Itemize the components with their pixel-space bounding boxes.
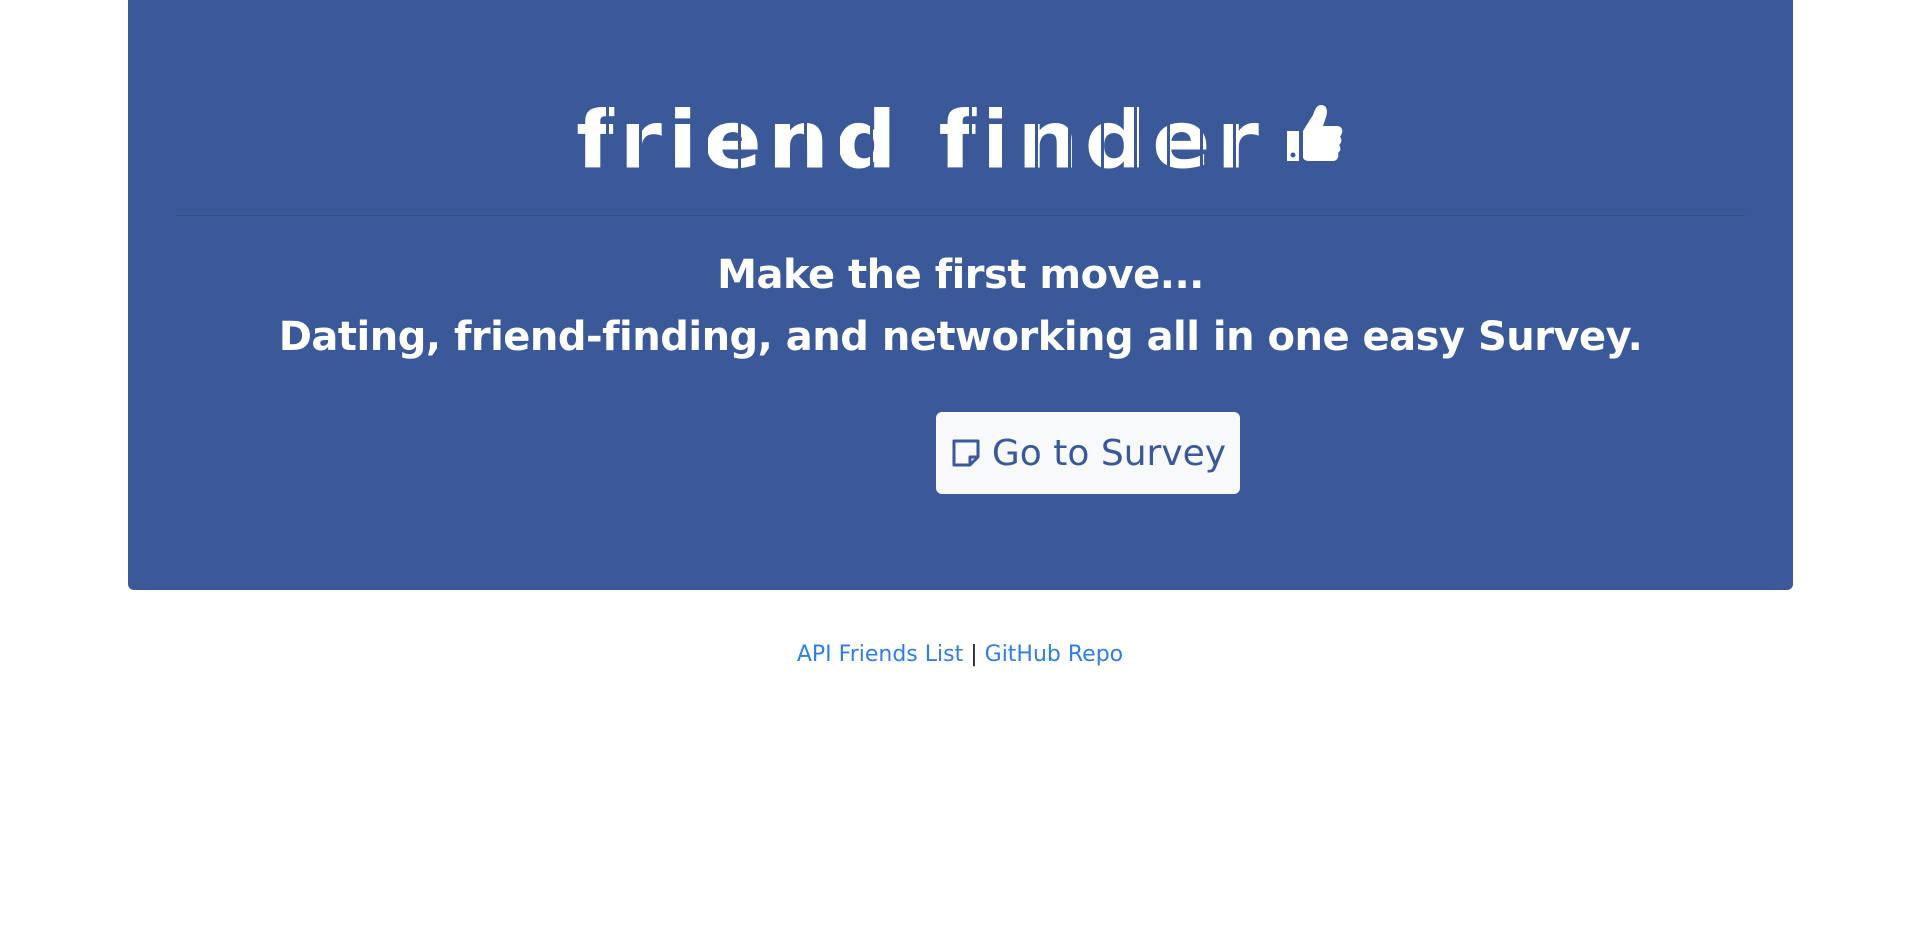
go-to-survey-label: Go to Survey bbox=[991, 432, 1227, 474]
title-divider bbox=[176, 215, 1745, 216]
thumbs-up-icon bbox=[1286, 105, 1343, 161]
tagline-headline: Make the first move... bbox=[717, 252, 1204, 298]
sticky-note-icon bbox=[952, 439, 980, 467]
site-title: friend finder bbox=[128, 96, 1793, 186]
footer-separator: | bbox=[970, 642, 978, 667]
hero-jumbotron: friend finder Make the first move... Dat… bbox=[128, 0, 1793, 590]
go-to-survey-button[interactable]: Go to Survey bbox=[936, 412, 1240, 494]
tagline-description: Dating, friend-finding, and networking a… bbox=[278, 314, 1643, 360]
api-friends-list-link[interactable]: API Friends List bbox=[797, 642, 963, 667]
footer-links: API Friends List | GitHub Repo bbox=[0, 642, 1920, 667]
github-repo-link[interactable]: GitHub Repo bbox=[985, 642, 1124, 667]
site-logo-text: friend finder bbox=[576, 95, 1265, 187]
